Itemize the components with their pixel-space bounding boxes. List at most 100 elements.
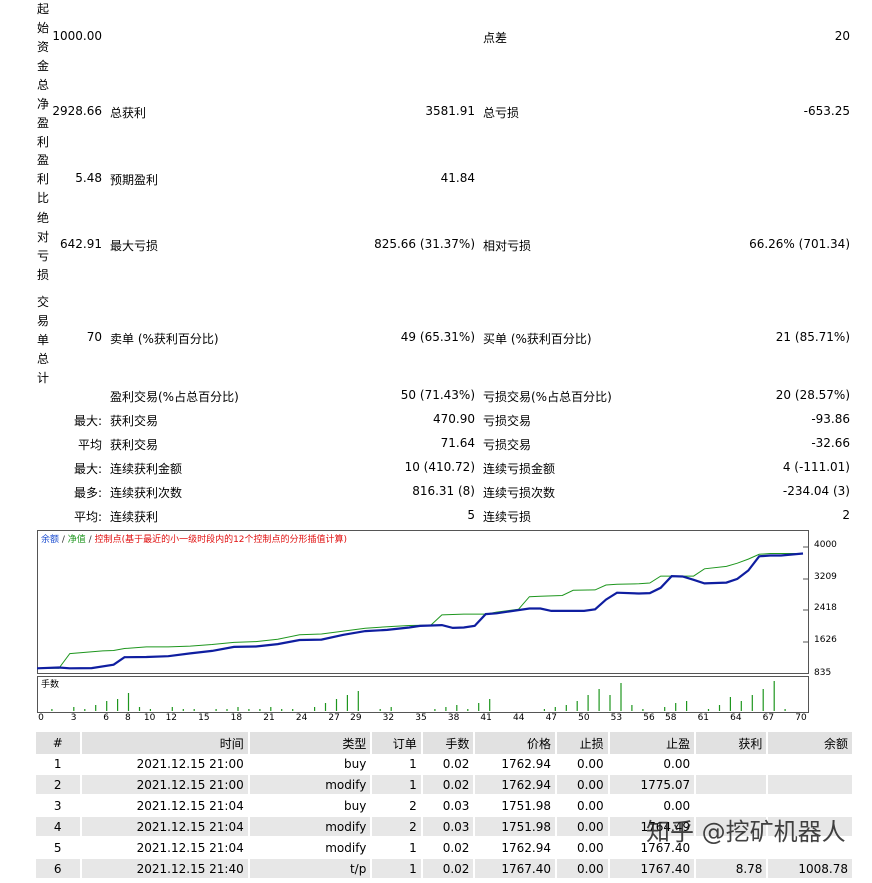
x-tick-label: 61 — [698, 713, 709, 720]
cell-balance: 1008.78 — [767, 858, 854, 880]
max-consecutive-loss-label: 连续亏损金额 — [483, 462, 556, 476]
largest-profit-label: 获利交易 — [110, 414, 159, 428]
cell-sl: 0.00 — [556, 754, 610, 775]
x-tick-label: 27 — [328, 713, 339, 720]
legend-balance: 余额 — [41, 533, 59, 545]
cell-price: 1762.94 — [474, 837, 557, 859]
cell-time: 2021.12.15 21:00 — [80, 774, 250, 796]
average-consecutive-loss-label: 连续亏损 — [483, 510, 532, 524]
col-header-profit: 获利 — [695, 732, 769, 754]
cell-sl: 0.00 — [556, 816, 610, 838]
x-tick-label: 24 — [296, 713, 308, 720]
average-consecutive-win-label: 连续获利 — [110, 510, 159, 524]
x-tick-label: 47 — [546, 713, 557, 720]
cell-type: buy — [248, 795, 373, 817]
expected-payoff-value: 41.84 — [440, 171, 475, 185]
legend-sep-2: / — [86, 535, 95, 545]
y-tick-label: 835 — [814, 668, 832, 678]
relative-drawdown-value: 66.26% (701.34) — [749, 237, 850, 251]
max-consecutive-loss-value: 4 (-111.01) — [782, 460, 850, 474]
largest-loss-value: -93.86 — [811, 412, 850, 426]
x-tick-label: 0 — [38, 713, 44, 720]
maximal-consecutive-prefix: 最多: — [73, 486, 102, 500]
trades-table: # 时间 类型 订单 手数 价格 止损 止盈 获利 余额 1 2021.12.15… — [36, 732, 854, 880]
absolute-drawdown-label: 绝对亏损 — [36, 211, 49, 282]
long-positions-value: 21 (85.71%) — [775, 330, 850, 344]
maximal-drawdown-label: 最大亏损 — [110, 239, 159, 253]
x-tick-label: 58 — [665, 713, 677, 720]
watermark: 知乎 @挖矿机器人 — [646, 818, 846, 846]
cell-price: 1762.94 — [474, 754, 557, 775]
volume-chart: 手数 0 3 6 8 10 12 15 18 21 24 27 29 32 35 38 41 44 47 50 53 5… — [37, 676, 809, 720]
y-tick-label: 4000 — [814, 540, 837, 550]
initial-deposit-label: 起始资金 — [36, 2, 49, 73]
x-tick-label: 32 — [383, 713, 394, 720]
cell-order: 2 — [371, 795, 423, 817]
profit-trades-label: 盈利交易(%占总百分比) — [110, 390, 239, 404]
total-net-profit-label: 总净盈利 — [36, 78, 49, 149]
col-header-tp: 止盈 — [608, 732, 697, 754]
cell-order: 1 — [371, 774, 423, 796]
volume-label: 手数 — [41, 678, 59, 690]
profit-trades-value: 50 (71.43%) — [400, 388, 475, 402]
spread-label: 点差 — [483, 31, 508, 45]
absolute-drawdown-value: 642.91 — [60, 237, 102, 251]
average-profit-value: 71.64 — [440, 436, 475, 450]
cell-type: modify — [248, 837, 373, 859]
loss-trades-value: 20 (28.57%) — [775, 388, 850, 402]
cell-index: 3 — [36, 795, 82, 817]
cell-sl: 0.00 — [556, 837, 610, 859]
balance-equity-chart: 余额 / 净值 / 控制点(基于最近的小一级时段内的12个控制点的分形插值计算) — [37, 530, 809, 674]
x-tick-label: 70 — [795, 713, 807, 720]
x-tick-label: 56 — [643, 713, 655, 720]
largest-profit-value: 470.90 — [433, 412, 475, 426]
x-tick-label: 3 — [71, 713, 77, 720]
col-header-balance: 余额 — [767, 732, 854, 754]
cell-time: 2021.12.15 21:00 — [80, 754, 250, 775]
cell-index: 1 — [36, 754, 82, 775]
table-row: 1 2021.12.15 21:00 buy 1 0.02 1762.94 0.00 0.00 — [36, 754, 854, 775]
y-tick-label: 1626 — [814, 635, 837, 645]
x-tick-label: 29 — [350, 713, 362, 720]
spread-value: 20 — [834, 29, 850, 43]
x-tick-label: 15 — [198, 713, 209, 720]
x-tick-label: 67 — [763, 713, 774, 720]
average-consecutive-win-value: 5 — [467, 508, 475, 522]
chart-legend: 余额 / 净值 / 控制点(基于最近的小一级时段内的12个控制点的分形插值计算) — [41, 533, 347, 545]
cell-time: 2021.12.15 21:04 — [80, 816, 250, 838]
total-net-profit-value: 2928.66 — [52, 104, 102, 118]
x-tick-label: 6 — [103, 713, 109, 720]
profit-factor-label: 盈利比 — [36, 153, 49, 205]
average-prefix: 平均 — [77, 438, 102, 452]
x-tick-label: 21 — [263, 713, 274, 720]
max-consecutive-win-value: 10 (410.72) — [404, 460, 475, 474]
cell-price: 1767.40 — [474, 858, 557, 880]
initial-deposit-value: 1000.00 — [52, 29, 102, 43]
gross-profit-label: 总获利 — [110, 106, 147, 120]
cell-order: 1 — [371, 754, 423, 775]
x-tick-label: 41 — [480, 713, 491, 720]
loss-trades-label: 亏损交易(%占总百分比) — [483, 390, 612, 404]
cell-order: 1 — [371, 837, 423, 859]
x-tick-label: 10 — [144, 713, 156, 720]
short-positions-label: 卖单 (%获利百分比) — [110, 332, 219, 346]
cell-order: 2 — [371, 816, 423, 838]
average-loss-label: 亏损交易 — [483, 438, 532, 452]
average-profit-label: 获利交易 — [110, 438, 159, 452]
max-consecutive-prefix: 最大: — [73, 462, 102, 476]
gross-profit-value: 3581.91 — [425, 104, 475, 118]
cell-sl: 0.00 — [556, 795, 610, 817]
cell-order: 1 — [371, 858, 423, 880]
cell-sl: 0.00 — [556, 858, 610, 880]
cell-time: 2021.12.15 21:04 — [80, 795, 250, 817]
cell-price: 1762.94 — [474, 774, 557, 796]
cell-index: 4 — [36, 816, 82, 838]
cell-type: t/p — [248, 858, 373, 880]
cell-sl: 0.00 — [556, 774, 610, 796]
y-tick-label: 3209 — [814, 572, 837, 582]
cell-lots: 0.02 — [421, 858, 476, 880]
total-trades-value: 70 — [86, 330, 102, 344]
table-row: 6 2021.12.15 21:40 t/p 1 0.02 1767.40 0.00 1767… — [36, 858, 854, 880]
volume-frame — [37, 676, 809, 713]
maximal-consecutive-loss-value: -234.04 (3) — [782, 484, 850, 498]
